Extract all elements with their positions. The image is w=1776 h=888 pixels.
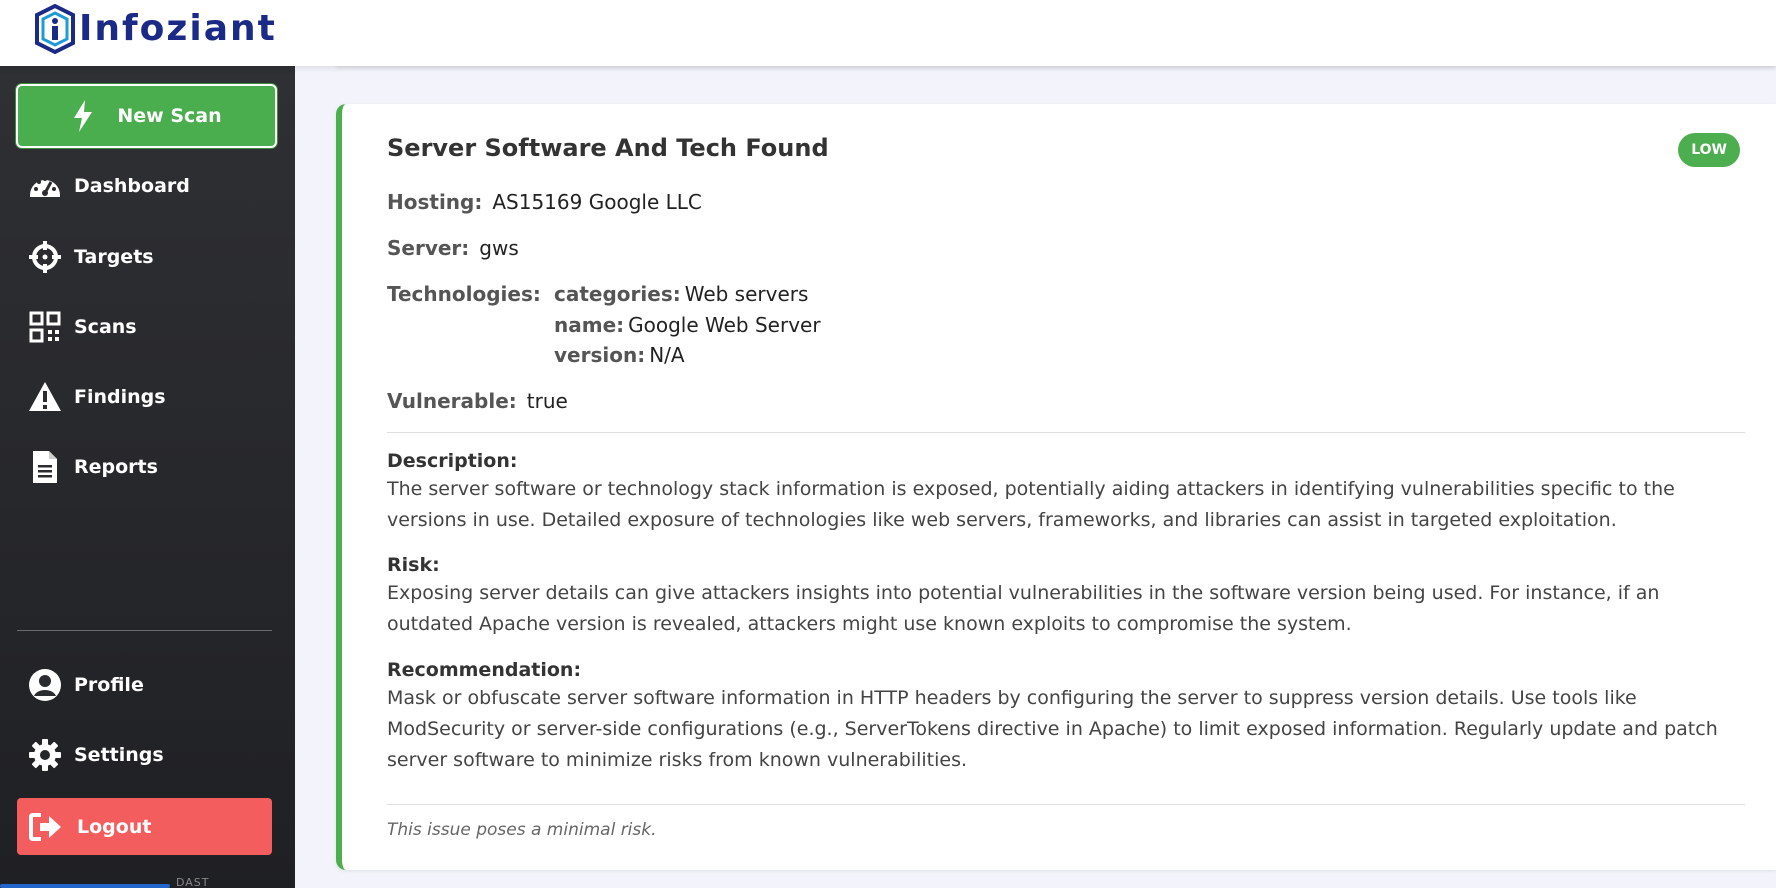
description-heading: Description: xyxy=(387,450,518,472)
sidebar-item-profile[interactable]: Profile xyxy=(28,665,144,705)
sidebar-item-label: Dashboard xyxy=(74,175,190,197)
crosshair-icon xyxy=(29,241,61,273)
server-label: Server: xyxy=(387,236,470,260)
technologies-field: Technologies: xyxy=(387,282,541,306)
sidebar-item-label: Findings xyxy=(74,386,166,408)
logout-label: Logout xyxy=(77,815,152,838)
tech-categories-label: categories: xyxy=(554,282,681,306)
top-header: Infoziant xyxy=(0,0,1776,66)
dashboard-icon xyxy=(30,177,60,197)
logout-button[interactable]: Logout xyxy=(17,798,272,855)
new-scan-label: New Scan xyxy=(117,105,222,127)
document-icon xyxy=(33,451,57,483)
brand-name: Infoziant xyxy=(79,8,277,49)
sidebar-item-reports[interactable]: Reports xyxy=(28,447,158,487)
sidebar-footer: DAST xyxy=(0,876,295,888)
logo-shield-icon xyxy=(35,4,75,54)
description-text: The server software or technology stack … xyxy=(387,478,1675,531)
footer-bar xyxy=(0,884,170,888)
qr-code-icon xyxy=(29,311,61,343)
sidebar-item-findings[interactable]: Findings xyxy=(28,377,166,417)
hosting-field: Hosting: AS15169 Google LLC xyxy=(387,190,702,214)
sidebar-item-label: Profile xyxy=(74,674,144,696)
tech-categories-value: Web servers xyxy=(684,282,809,306)
tech-version-label: version: xyxy=(554,343,646,367)
sidebar-item-settings[interactable]: Settings xyxy=(28,735,164,775)
logout-icon xyxy=(29,812,61,841)
tech-version-value: N/A xyxy=(649,343,685,367)
server-field: Server: gws xyxy=(387,236,519,260)
warning-icon xyxy=(29,382,61,411)
sidebar-item-dashboard[interactable]: Dashboard xyxy=(28,166,190,206)
section-divider xyxy=(387,432,1745,433)
technologies-label: Technologies: xyxy=(387,282,541,306)
footer-divider xyxy=(387,804,1745,805)
recommendation-heading: Recommendation: xyxy=(387,659,582,681)
tech-categories: categories: Web servers xyxy=(554,282,808,306)
risk-text: Exposing server details can give attacke… xyxy=(387,582,1660,635)
risk-heading: Risk: xyxy=(387,554,440,576)
lightning-icon xyxy=(74,100,93,132)
server-value: gws xyxy=(479,236,519,260)
sidebar-item-label: Scans xyxy=(74,316,137,338)
finding-title: Server Software And Tech Found xyxy=(387,134,829,162)
new-scan-button[interactable]: New Scan xyxy=(16,84,277,148)
recommendation-text: Mask or obfuscate server software inform… xyxy=(387,687,1718,771)
gear-icon xyxy=(29,739,61,771)
sidebar-item-label: Reports xyxy=(74,456,158,478)
brand-logo[interactable]: Infoziant xyxy=(33,4,277,54)
risk-note: This issue poses a minimal risk. xyxy=(387,820,657,840)
tech-name-value: Google Web Server xyxy=(628,313,821,337)
sidebar-item-label: Targets xyxy=(74,246,154,268)
sidebar: New Scan Dashboard Targets Scans Finding… xyxy=(0,66,295,888)
finding-card: Server Software And Tech Found LOW Hosti… xyxy=(336,104,1776,870)
user-circle-icon xyxy=(29,669,61,701)
vulnerable-field: Vulnerable: true xyxy=(387,389,568,413)
sidebar-item-label: Settings xyxy=(74,744,164,766)
sidebar-divider xyxy=(17,630,272,631)
sidebar-item-scans[interactable]: Scans xyxy=(28,307,137,347)
hosting-value: AS15169 Google LLC xyxy=(492,190,702,214)
tech-name: name: Google Web Server xyxy=(554,313,821,337)
sidebar-item-targets[interactable]: Targets xyxy=(28,237,154,277)
tech-version: version: N/A xyxy=(554,343,685,367)
tech-name-label: name: xyxy=(554,313,625,337)
footer-text: DAST xyxy=(176,876,210,888)
hosting-label: Hosting: xyxy=(387,190,483,214)
vulnerable-value: true xyxy=(526,389,568,413)
severity-badge: LOW xyxy=(1678,133,1740,167)
vulnerable-label: Vulnerable: xyxy=(387,389,517,413)
